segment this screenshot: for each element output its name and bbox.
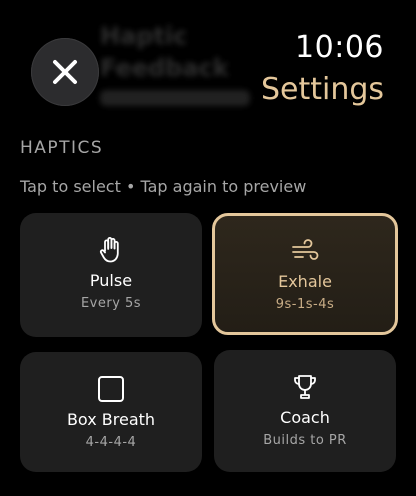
haptic-tile-coach[interactable]: Coach Builds to PR [214, 350, 396, 472]
section-hint: Tap to select • Tap again to preview [20, 177, 307, 196]
square-icon [96, 374, 126, 404]
trophy-icon [290, 372, 320, 402]
background-ghost-title: Haptic Feedback [100, 20, 250, 106]
settings-screen: Haptic Feedback 10:06 Settings HAPTICS T… [0, 0, 416, 496]
tile-name: Exhale [278, 272, 332, 291]
section-title: HAPTICS [20, 138, 104, 158]
ghost-line-2: Feedback [100, 54, 229, 82]
tile-subtitle: Builds to PR [263, 433, 347, 448]
tile-subtitle: Every 5s [80, 296, 142, 311]
haptic-tile-pulse[interactable]: Pulse Every 5s [20, 213, 202, 337]
close-button[interactable] [31, 38, 99, 106]
tile-name: Box Breath [66, 410, 156, 429]
haptic-tile-exhale[interactable]: Exhale 9s-1s-4s [212, 213, 398, 335]
haptic-tile-box-breath[interactable]: Box Breath 4-4-4-4 [20, 352, 202, 472]
tile-subtitle: 9s-1s-4s [275, 297, 335, 312]
tile-subtitle: 4-4-4-4 [85, 435, 137, 450]
hand-icon [96, 235, 126, 265]
status-time: 10:06 [295, 30, 384, 65]
ghost-line-1: Haptic [100, 22, 188, 50]
close-icon [53, 60, 77, 84]
tile-name: Coach [280, 408, 330, 427]
ghost-bar [100, 90, 250, 106]
tile-name: Pulse [89, 271, 133, 290]
wind-icon [290, 236, 320, 266]
page-title: Settings [260, 72, 384, 107]
